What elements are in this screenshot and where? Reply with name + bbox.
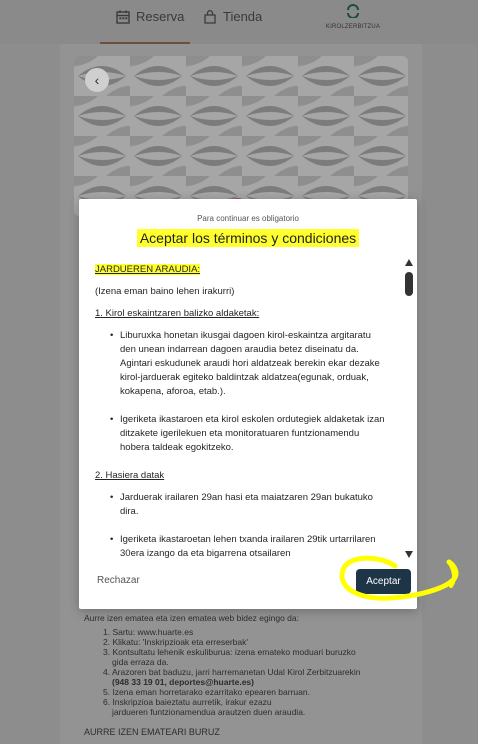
background-step: 4. Arazoren bat baduzu, jarri harremanet…	[103, 667, 361, 677]
terms-section-title: 1. Kirol eskaintzaren balizko aldaketak:	[95, 308, 260, 319]
background-step: 3. Kontsultatu lehenik eskuliburua: izen…	[103, 647, 356, 657]
terms-heading: JARDUEREN ARAUDIA:	[95, 264, 201, 275]
list-item: Jarduerak irailaren 29an hasi eta maiatz…	[95, 491, 389, 519]
brand-logo[interactable]: KIROLZERBITZUA	[318, 4, 388, 30]
background-section-heading: AURRE IZEN EMATEARI BURUZ	[84, 727, 220, 737]
background-intro: Aurre izen ematea eta izen ematea web bi…	[84, 613, 299, 623]
tab-tienda-label: Tienda	[223, 9, 263, 24]
reject-button[interactable]: Rechazar	[97, 575, 140, 586]
scroll-down-arrow-icon[interactable]	[405, 551, 413, 558]
brand-label: KIROLZERBITZUA	[325, 24, 381, 30]
background-step: gida erraza da.	[112, 657, 169, 667]
terms-note: (Izena eman baino lehen irakurri)	[95, 286, 235, 297]
tab-reserva[interactable]: Reserva	[116, 9, 184, 24]
shopping-bag-icon	[204, 9, 216, 24]
background-step: 6. Inskripzioa baieztatu aurretik, iraku…	[103, 697, 272, 707]
list-item: Liburuxka honetan ikusgai dagoen kirol-e…	[95, 329, 389, 399]
kirolzerbitzua-logo-icon	[347, 4, 359, 19]
terms-section-title: 2. Hasiera datak	[95, 470, 165, 481]
hero-pattern-image	[74, 56, 408, 216]
background-step: jardueren funtzionamendua arautzen duen …	[112, 707, 306, 717]
accept-button[interactable]: Aceptar	[356, 569, 411, 594]
terms-scroll-area[interactable]: JARDUEREN ARAUDIA: (Izena eman baino leh…	[90, 259, 397, 560]
list-item: Igeriketa ikastaroetan lehen txanda irai…	[95, 533, 389, 560]
background-step: 2. Klikatu: 'Inskripzioak eta erreserbak…	[103, 637, 248, 647]
scrollbar[interactable]	[404, 259, 414, 559]
modal-subtitle: Para continuar es obligatorio	[197, 214, 299, 223]
chevron-left-icon: ‹	[94, 72, 100, 88]
top-navigation: Reserva Tienda KIROLZERBITZUA	[0, 0, 478, 44]
tab-reserva-label: Reserva	[136, 9, 185, 24]
background-step: (948 33 19 01, deportes@huarte.es)	[112, 677, 254, 687]
terms-modal: Para continuar es obligatorio Aceptar lo…	[79, 199, 417, 609]
tab-tienda[interactable]: Tienda	[203, 9, 262, 24]
background-step: 5. Izena eman horretarako ezarritako epe…	[103, 687, 310, 697]
modal-title: Aceptar los términos y condiciones	[136, 229, 360, 247]
scrollbar-thumb[interactable]	[405, 272, 413, 296]
list-item: Igeriketa ikastaroen eta kirol eskolen o…	[95, 413, 389, 455]
back-button[interactable]: ‹	[85, 68, 109, 92]
background-step: 1. Sartu: www.huarte.es	[103, 627, 194, 637]
scroll-up-arrow-icon[interactable]	[405, 259, 413, 266]
calendar-icon	[116, 10, 130, 24]
